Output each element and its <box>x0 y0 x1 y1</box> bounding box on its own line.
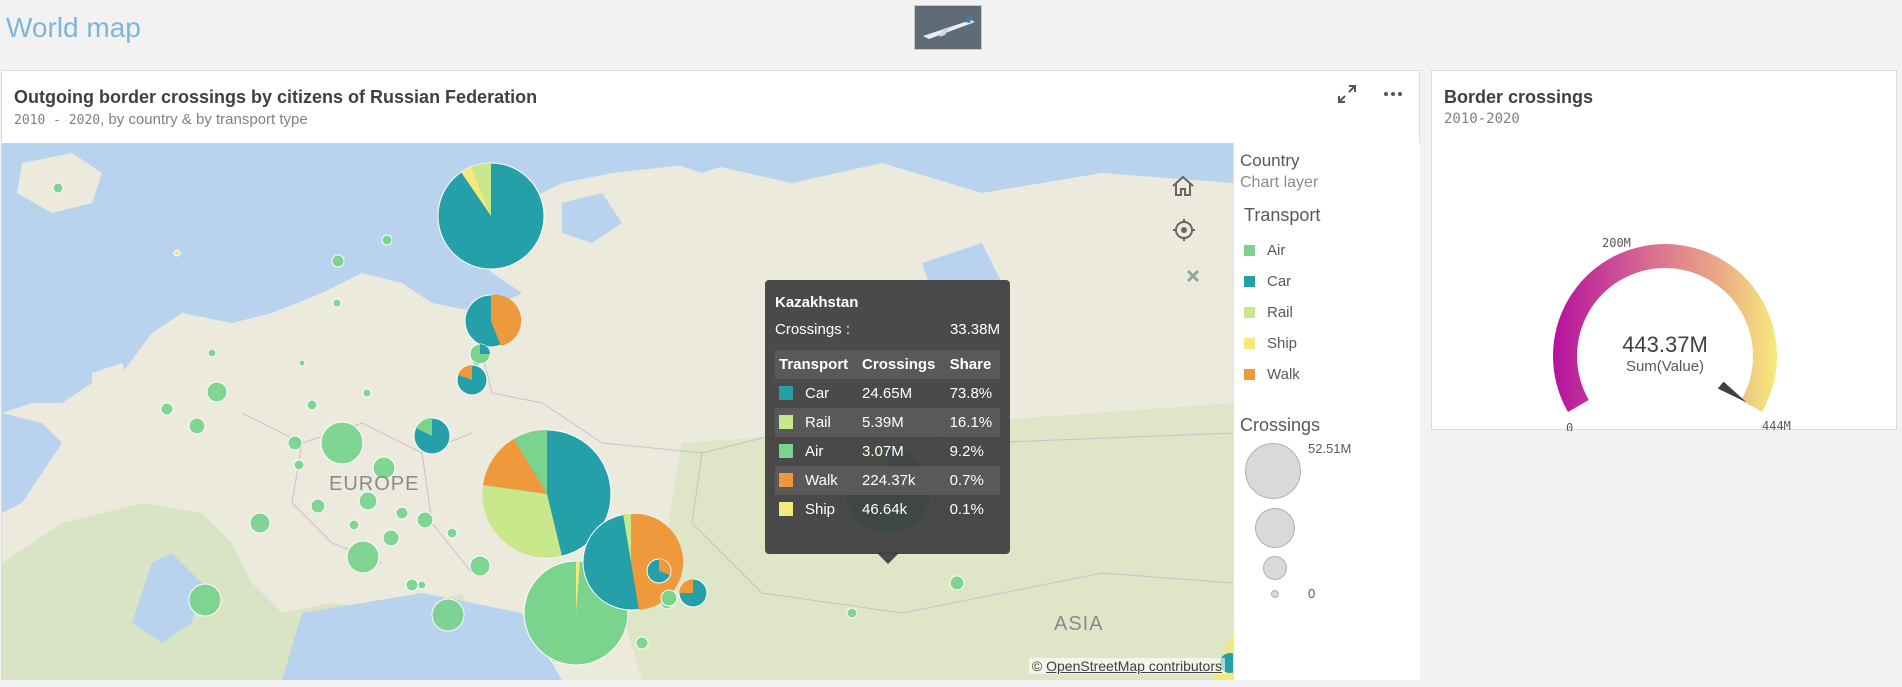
legend-item-ship[interactable]: Ship <box>1244 333 1297 353</box>
gauge: 0 200M 444M 443.37M Sum(Value) <box>1553 236 1791 431</box>
tooltip-country: Kazakhstan <box>775 294 859 311</box>
map-chart-title: Outgoing border crossings by citizens of… <box>14 87 538 107</box>
tooltip-crossings: 5.39M <box>858 408 946 437</box>
legend-item-rail[interactable]: Rail <box>1244 302 1293 322</box>
tooltip-row: Air 3.07M 9.2% <box>775 437 1000 466</box>
map-legend: Country Chart layer Transport Air Car Ra… <box>1233 143 1420 680</box>
tooltip-row: Ship 46.64k 0.1% <box>775 495 1000 524</box>
legend-item-walk[interactable]: Walk <box>1244 364 1300 384</box>
asia-label: ASIA <box>1054 613 1104 635</box>
size-min-label: 0 <box>1308 586 1316 601</box>
tooltip-share: 9.2% <box>949 443 984 460</box>
tooltip-share: 16.1% <box>945 408 1000 437</box>
tooltip-col-header: Crossings <box>858 350 946 379</box>
subtitle-rest: , by country & by transport type <box>100 111 308 128</box>
tooltip-transport: Ship <box>805 501 836 518</box>
tooltip-table: Transport Crossings Share Car 24.65M 73.… <box>775 350 1000 524</box>
swatch-icon <box>779 473 793 487</box>
gauge-title: Border crossings <box>1444 87 1594 107</box>
legend-country-heading: Country <box>1240 151 1300 170</box>
legend-item-label: Car <box>1267 272 1292 290</box>
swatch-icon <box>779 386 793 400</box>
gauge-needle <box>1717 381 1747 403</box>
expand-icon[interactable] <box>1336 83 1358 111</box>
legend-item-label: Air <box>1267 241 1286 259</box>
swatch-icon <box>779 415 793 429</box>
gauge-mid-label: 200M <box>1602 236 1631 250</box>
size-max-label: 52.51M <box>1308 441 1352 456</box>
swatch-icon <box>779 444 793 458</box>
tooltip-crossings: 3.07M <box>862 443 904 460</box>
locate-icon[interactable] <box>1172 218 1196 249</box>
tooltip-transport: Car <box>805 385 830 402</box>
gauge-max-label: 444M <box>1762 419 1791 431</box>
size-bubble-large <box>1245 443 1301 499</box>
gauge-subtitle: 2010-2020 <box>1444 111 1520 127</box>
tooltip-transport: Air <box>805 443 824 460</box>
tooltip-share: 0.1% <box>949 501 984 518</box>
size-bubble-medium <box>1255 508 1295 548</box>
tooltip-share: 0.7% <box>945 466 1000 495</box>
tooltip-crossings: 224.37k <box>858 466 946 495</box>
tooltip-crossings-label: Crossings : <box>775 321 851 338</box>
more-icon[interactable] <box>1382 83 1404 111</box>
tooltip-crossings: 46.64k <box>862 501 908 518</box>
gauge-value: 443.37M <box>1622 332 1708 357</box>
map-chart-subtitle: 2010 - 2020, by country & by transport t… <box>14 111 308 128</box>
tooltip-transport: Rail <box>805 414 831 431</box>
tooltip-arrow <box>876 552 900 564</box>
tooltip-row: Car 24.65M 73.8% <box>775 379 1000 408</box>
tooltip-share: 73.8% <box>949 385 993 402</box>
tooltip-crossings-value: 33.38M <box>949 321 1000 338</box>
legend-item-label: Rail <box>1267 303 1293 321</box>
tooltip-col-header: Transport <box>775 350 859 379</box>
swatch-icon <box>1244 368 1255 380</box>
pie-russia-north <box>437 162 545 270</box>
tooltip-row: Walk 224.37k 0.7% <box>775 466 1000 495</box>
tooltip-col-header: Share <box>945 350 1000 379</box>
size-bubble-min <box>1271 590 1279 598</box>
gauge-min-label: 0 <box>1566 421 1573 431</box>
map-bubbles <box>52 162 1233 680</box>
home-icon[interactable] <box>1170 173 1196 206</box>
osm-attribution[interactable]: © OpenStreetMap contributors <box>1028 658 1225 674</box>
osm-link[interactable]: OpenStreetMap contributors <box>1046 658 1222 674</box>
swatch-icon <box>1244 275 1255 287</box>
legend-chart-layer: Chart layer <box>1240 174 1319 191</box>
airplane-thumbnail <box>914 5 982 50</box>
swatch-icon <box>779 502 793 516</box>
legend-item-label: Walk <box>1267 365 1300 383</box>
europe-label: EUROPE <box>329 473 420 495</box>
size-bubble-small <box>1263 556 1287 580</box>
tooltip-crossings: 24.65M <box>862 385 913 402</box>
attribution-prefix: © <box>1031 658 1043 674</box>
map-chart-panel: Outgoing border crossings by citizens of… <box>1 70 1420 680</box>
gauge-measure-label: Sum(Value) <box>1626 358 1704 375</box>
gauge-arc <box>1553 244 1777 412</box>
sheet-title: World map <box>6 12 141 43</box>
tooltip-row: Rail 5.39M 16.1% <box>775 408 1000 437</box>
subtitle-years: 2010 - 2020 <box>14 113 101 128</box>
tooltip-transport: Walk <box>805 472 838 489</box>
legend-size-heading: Crossings <box>1240 415 1321 435</box>
map-area[interactable]: EUROPE ASIA © OpenStreetMap contributors <box>2 143 1233 680</box>
legend-item-label: Ship <box>1267 334 1298 352</box>
legend-transport-heading: Transport <box>1244 205 1321 225</box>
legend-item-car[interactable]: Car <box>1244 271 1291 291</box>
swatch-icon <box>1244 244 1255 256</box>
swatch-icon <box>1244 306 1255 318</box>
gauge-chart-panel: Border crossings 2010-2020 0 200M 444M 4… <box>1431 70 1897 431</box>
close-icon[interactable] <box>1185 263 1201 291</box>
legend-item-air[interactable]: Air <box>1244 240 1285 260</box>
map-tooltip: Kazakhstan Crossings : 33.38M Transport C… <box>765 280 1010 554</box>
swatch-icon <box>1244 337 1255 349</box>
